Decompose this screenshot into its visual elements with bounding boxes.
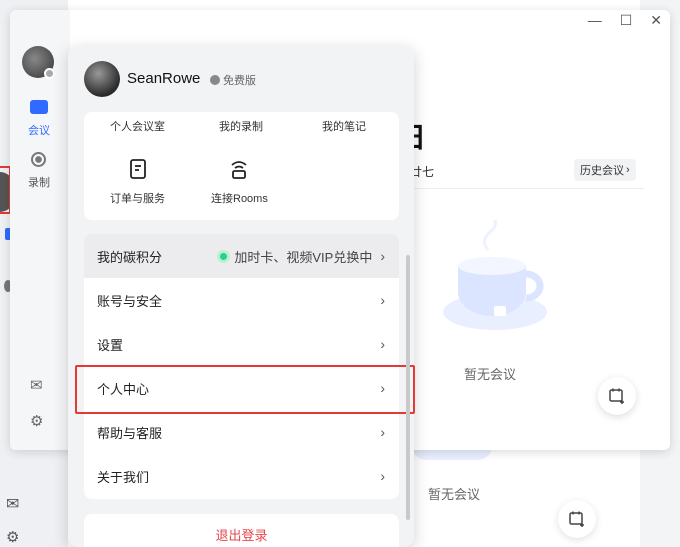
chevron-right-icon: › [626,164,630,176]
window-controls: — ☐ ✕ [588,12,662,29]
background-add-calendar-button[interactable] [558,500,596,538]
quick-action-orders-label: 订单与服务 [110,193,165,205]
menu-item-about[interactable]: 关于我们 › [84,454,399,498]
background-gear-icon[interactable]: ⚙ [6,528,19,546]
schedule-meeting-button[interactable] [598,377,636,415]
carbon-promo-text: 加时卡、视频VIP兑换中 [234,249,373,265]
minimize-icon[interactable]: — [588,12,602,29]
menu-item-label: 账号与安全 [97,293,163,309]
menu-scrollbar[interactable] [406,255,410,520]
highlight-box-personal-center [75,365,415,414]
history-meetings-button[interactable]: 历史会议 › [574,159,636,181]
history-meetings-label: 历史会议 [580,165,624,177]
mail-icon[interactable]: ✉ [30,376,43,394]
empty-cup-illustration [430,214,560,340]
quick-action-my-notes[interactable]: 我的笔记 [322,118,366,134]
gear-icon[interactable]: ⚙ [30,412,43,430]
maximize-icon[interactable]: ☐ [620,12,633,29]
menu-item-label: 我的碳积分 [97,249,163,265]
quick-action-personal-room[interactable]: 个人会议室 [110,118,165,134]
plan-badge[interactable]: 免费版 [210,72,256,88]
background-mail-icon[interactable]: ✉ [6,494,19,514]
menu-item-help[interactable]: 帮助与客服 › [84,410,399,454]
menu-item-label: 设置 [97,337,124,353]
quick-action-orders[interactable]: 订单与服务 [110,158,165,206]
username: SeanRowe [127,70,201,87]
divider [398,188,644,189]
calendar-plus-icon [609,388,624,404]
logout-label: 退出登录 [215,527,268,543]
plan-badge-icon [210,75,220,85]
logout-button[interactable]: 退出登录 [84,514,399,547]
menu-item-settings[interactable]: 设置 › [84,322,399,366]
quick-action-my-recordings[interactable]: 我的录制 [219,118,263,134]
chevron-right-icon: › [380,468,385,484]
carbon-badge-icon [217,249,231,263]
record-icon[interactable] [31,152,46,167]
quick-action-connect-rooms-label: 连接Rooms [211,193,268,205]
calendar-plus-icon [569,511,584,527]
quick-action-connect-rooms[interactable]: 连接Rooms [211,158,268,206]
chevron-right-icon: › [380,248,385,264]
close-icon[interactable]: ✕ [650,12,662,29]
order-icon [129,159,146,179]
menu-item-label: 关于我们 [97,469,150,485]
rooms-icon [231,161,248,179]
sidebar-item-meeting[interactable]: 会议 [28,122,50,138]
sidebar-item-recording[interactable]: 录制 [28,174,50,190]
avatar[interactable] [84,61,120,97]
menu-item-account-security[interactable]: 账号与安全 › [84,278,399,322]
avatar-status-badge [44,68,55,79]
chevron-right-icon: › [380,336,385,352]
chevron-right-icon: › [380,292,385,308]
quick-actions-card: 个人会议室 我的录制 我的笔记 订单与服务 连接Rooms [84,112,399,220]
video-camera-icon[interactable] [30,100,48,114]
chevron-right-icon: › [380,424,385,440]
plan-badge-label: 免费版 [223,75,256,87]
menu-item-carbon-points[interactable]: 我的碳积分 加时卡、视频VIP兑换中 › [84,234,399,278]
menu-item-label: 帮助与客服 [97,425,163,441]
carbon-promo: 加时卡、视频VIP兑换中 [217,247,372,266]
empty-meetings-label: 暂无会议 [464,367,517,382]
background-empty-label: 暂无会议 [428,487,481,502]
